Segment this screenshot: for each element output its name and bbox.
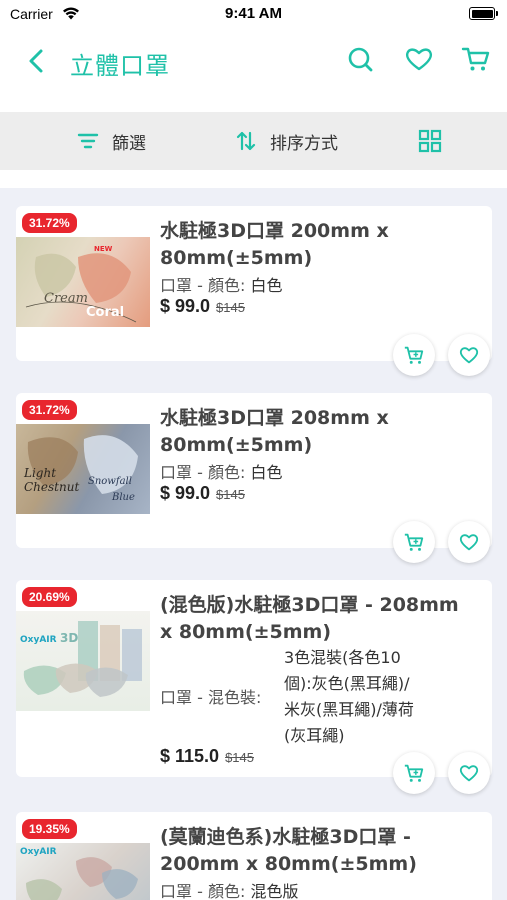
product-title-line: 水駐極3D口罩 200mm x <box>160 220 389 242</box>
original-price: $145 <box>225 750 254 765</box>
product-card[interactable]: OxyAIR 19.35% (莫蘭迪色系)水駐極3D口罩 - 200mm x 8… <box>16 812 492 900</box>
product-title-line: (莫蘭迪色系)水駐極3D口罩 - <box>160 826 411 848</box>
product-title[interactable]: 水駐極3D口罩 208mm x 80mm(±5mm) <box>160 405 480 459</box>
grid-view-icon[interactable] <box>418 129 442 153</box>
price: $ 99.0 <box>160 296 211 316</box>
add-to-cart-button[interactable] <box>393 521 435 563</box>
variant-label: 口罩 - 混色裝: <box>160 688 262 707</box>
cart-icon[interactable] <box>461 44 491 74</box>
product-title[interactable]: 水駐極3D口罩 200mm x 80mm(±5mm) <box>160 218 480 272</box>
product-title-line: 80mm(±5mm) <box>160 247 313 269</box>
image-caption: Coral <box>86 305 125 320</box>
image-caption: Snowfall <box>88 476 132 487</box>
heart-icon <box>459 765 479 782</box>
variant-value-line: 米灰(黑耳繩)/薄荷 <box>284 700 414 719</box>
image-caption: Light <box>24 466 57 480</box>
heart-icon[interactable] <box>404 44 434 74</box>
add-to-cart-button[interactable] <box>393 752 435 794</box>
variant-value-line: 個):灰色(黑耳繩)/ <box>284 674 410 693</box>
filter-sort-toolbar: 篩選 排序方式 <box>0 112 507 170</box>
product-image[interactable]: OxyAIR <box>16 843 150 900</box>
product-variant: 口罩 - 顏色: 混色版 <box>160 878 298 900</box>
discount-badge: 31.72% <box>22 213 77 233</box>
heart-icon <box>459 347 479 364</box>
discount-badge: 20.69% <box>22 587 77 607</box>
filter-icon <box>77 133 99 149</box>
image-caption: OxyAIR <box>20 635 57 645</box>
wishlist-button[interactable] <box>448 334 490 376</box>
product-card[interactable]: OxyAIR 3D 20.69% (混色版)水駐極3D口罩 - 208mm x … <box>16 580 492 794</box>
wishlist-button[interactable] <box>448 521 490 563</box>
price-block: $ 115.0 $145 <box>160 746 254 767</box>
list-spacer <box>0 170 507 188</box>
cart-plus-icon <box>404 346 424 364</box>
original-price: $145 <box>216 300 245 315</box>
filter-label: 篩選 <box>112 133 146 154</box>
discount-badge: 19.35% <box>22 819 77 839</box>
heart-icon <box>459 534 479 551</box>
image-caption: Chestnut <box>24 480 80 494</box>
image-caption: 3D <box>60 631 79 645</box>
battery-icon <box>469 7 498 20</box>
product-title-line: (混色版)水駐極3D口罩 - 208mm <box>160 594 459 616</box>
product-title-line: 200mm x 80mm(±5mm) <box>160 853 417 875</box>
filter-button[interactable]: 篩選 <box>76 112 146 170</box>
product-image[interactable]: Cream Coral NEW <box>16 237 150 327</box>
image-caption: OxyAIR <box>20 847 57 857</box>
image-caption: Blue <box>112 492 135 503</box>
sort-button[interactable]: 排序方式 <box>234 112 338 170</box>
product-image[interactable]: OxyAIR 3D <box>16 611 150 711</box>
variant-value: 白色 <box>250 276 283 295</box>
price: $ 115.0 <box>160 746 220 766</box>
search-icon[interactable] <box>345 44 375 74</box>
price-block: $ 99.0 $145 <box>160 483 245 504</box>
product-title-line: x 80mm(±5mm) <box>160 621 332 643</box>
mask-illustration <box>25 253 137 323</box>
variant-value-line: (灰耳繩) <box>284 726 345 745</box>
mask-illustration <box>23 621 142 697</box>
product-image[interactable]: Light Chestnut Snowfall Blue <box>16 424 150 514</box>
sort-arrows-icon <box>236 131 256 151</box>
cart-plus-icon <box>404 533 424 551</box>
variant-value: 3色混裝(各色10 個):灰色(黑耳繩)/ 米灰(黑耳繩)/薄荷 (灰耳繩) <box>284 645 414 749</box>
product-variant: 口罩 - 顏色: 白色 <box>160 272 282 296</box>
product-title-line: 水駐極3D口罩 208mm x <box>160 407 389 429</box>
clock: 9:41 AM <box>225 5 282 22</box>
status-bar: Carrier 9:41 AM <box>0 0 507 30</box>
variant-value-line: 3色混裝(各色10 <box>284 648 401 667</box>
wishlist-button[interactable] <box>448 752 490 794</box>
product-title-line: 80mm(±5mm) <box>160 434 313 456</box>
variant-value: 白色 <box>250 463 283 482</box>
product-list: Cream Coral NEW 31.72% 水駐極3D口罩 200mm x 8… <box>0 170 507 900</box>
page-title: 立體口罩 <box>70 52 170 80</box>
sort-label: 排序方式 <box>270 133 338 154</box>
add-to-cart-button[interactable] <box>393 334 435 376</box>
cart-plus-icon <box>404 764 424 782</box>
image-caption: NEW <box>94 245 113 253</box>
product-variant: 口罩 - 顏色: 白色 <box>160 459 282 483</box>
original-price: $145 <box>216 487 245 502</box>
product-card[interactable]: Cream Coral NEW 31.72% 水駐極3D口罩 200mm x 8… <box>16 206 492 376</box>
discount-badge: 31.72% <box>22 400 77 420</box>
variant-label: 口罩 - 顏色: <box>160 463 246 482</box>
product-card[interactable]: Light Chestnut Snowfall Blue 31.72% 水駐極3… <box>16 393 492 563</box>
product-title[interactable]: (莫蘭迪色系)水駐極3D口罩 - 200mm x 80mm(±5mm) <box>160 824 490 878</box>
variant-value: 混色版 <box>250 882 299 900</box>
app-header: 立體口罩 <box>0 30 507 112</box>
price-block: $ 99.0 $145 <box>160 296 245 317</box>
product-title[interactable]: (混色版)水駐極3D口罩 - 208mm x 80mm(±5mm) <box>160 592 490 646</box>
variant-label: 口罩 - 顏色: <box>160 882 246 900</box>
variant-label: 口罩 - 顏色: <box>160 276 246 295</box>
price: $ 99.0 <box>160 483 211 503</box>
chevron-left-icon[interactable] <box>22 46 52 76</box>
image-caption: Cream <box>44 291 88 306</box>
